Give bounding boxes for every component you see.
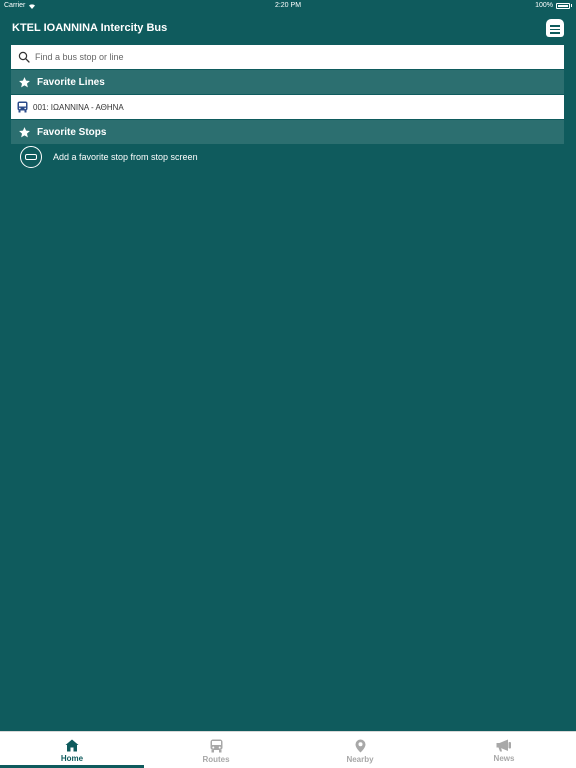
favorite-stops-empty: Add a favorite stop from stop screen (20, 145, 198, 169)
line-label: 001: ΙΩΑΝΝΙΝΑ - ΑΘΗΝΑ (33, 102, 124, 112)
tab-label: Nearby (346, 755, 374, 764)
star-icon (12, 126, 36, 139)
tab-bar: Home Routes Nearby News (0, 731, 576, 768)
battery-percent: 100% (535, 2, 553, 9)
search-bar (11, 45, 564, 69)
status-bar: Carrier 2:20 PM 100% (0, 0, 576, 12)
favorite-line-item[interactable]: 001: ΙΩΑΝΝΙΝΑ - ΑΘΗΝΑ (11, 95, 564, 119)
section-title: Favorite Stops (37, 126, 107, 138)
battery-icon (556, 2, 570, 9)
tab-home[interactable]: Home (0, 732, 144, 768)
app-header: KTEL IOANNINA Intercity Bus (0, 14, 576, 44)
status-time: 2:20 PM (274, 2, 302, 9)
page-title: KTEL IOANNINA Intercity Bus (12, 22, 168, 34)
tab-routes[interactable]: Routes (144, 732, 288, 768)
favorite-lines-header: Favorite Lines (11, 70, 564, 94)
tab-label: Home (60, 754, 84, 763)
favorite-stops-header: Favorite Stops (11, 120, 564, 144)
home-icon (65, 739, 79, 752)
tab-label: Routes (202, 755, 230, 764)
bus-stop-sign-icon (20, 146, 42, 168)
section-title: Favorite Lines (37, 76, 105, 88)
bus-icon (11, 101, 33, 113)
location-pin-icon (355, 739, 365, 753)
search-icon (13, 45, 35, 69)
star-icon (12, 76, 36, 89)
tab-label: News (493, 754, 515, 763)
bus-icon (210, 739, 222, 753)
empty-hint: Add a favorite stop from stop screen (53, 152, 198, 162)
tab-nearby[interactable]: Nearby (288, 732, 432, 768)
menu-button[interactable] (546, 19, 564, 37)
battery-indicator: 100% (535, 2, 572, 9)
menu-icon (550, 25, 560, 27)
megaphone-icon (496, 739, 511, 752)
search-input[interactable] (35, 46, 564, 68)
tab-news[interactable]: News (432, 732, 576, 768)
